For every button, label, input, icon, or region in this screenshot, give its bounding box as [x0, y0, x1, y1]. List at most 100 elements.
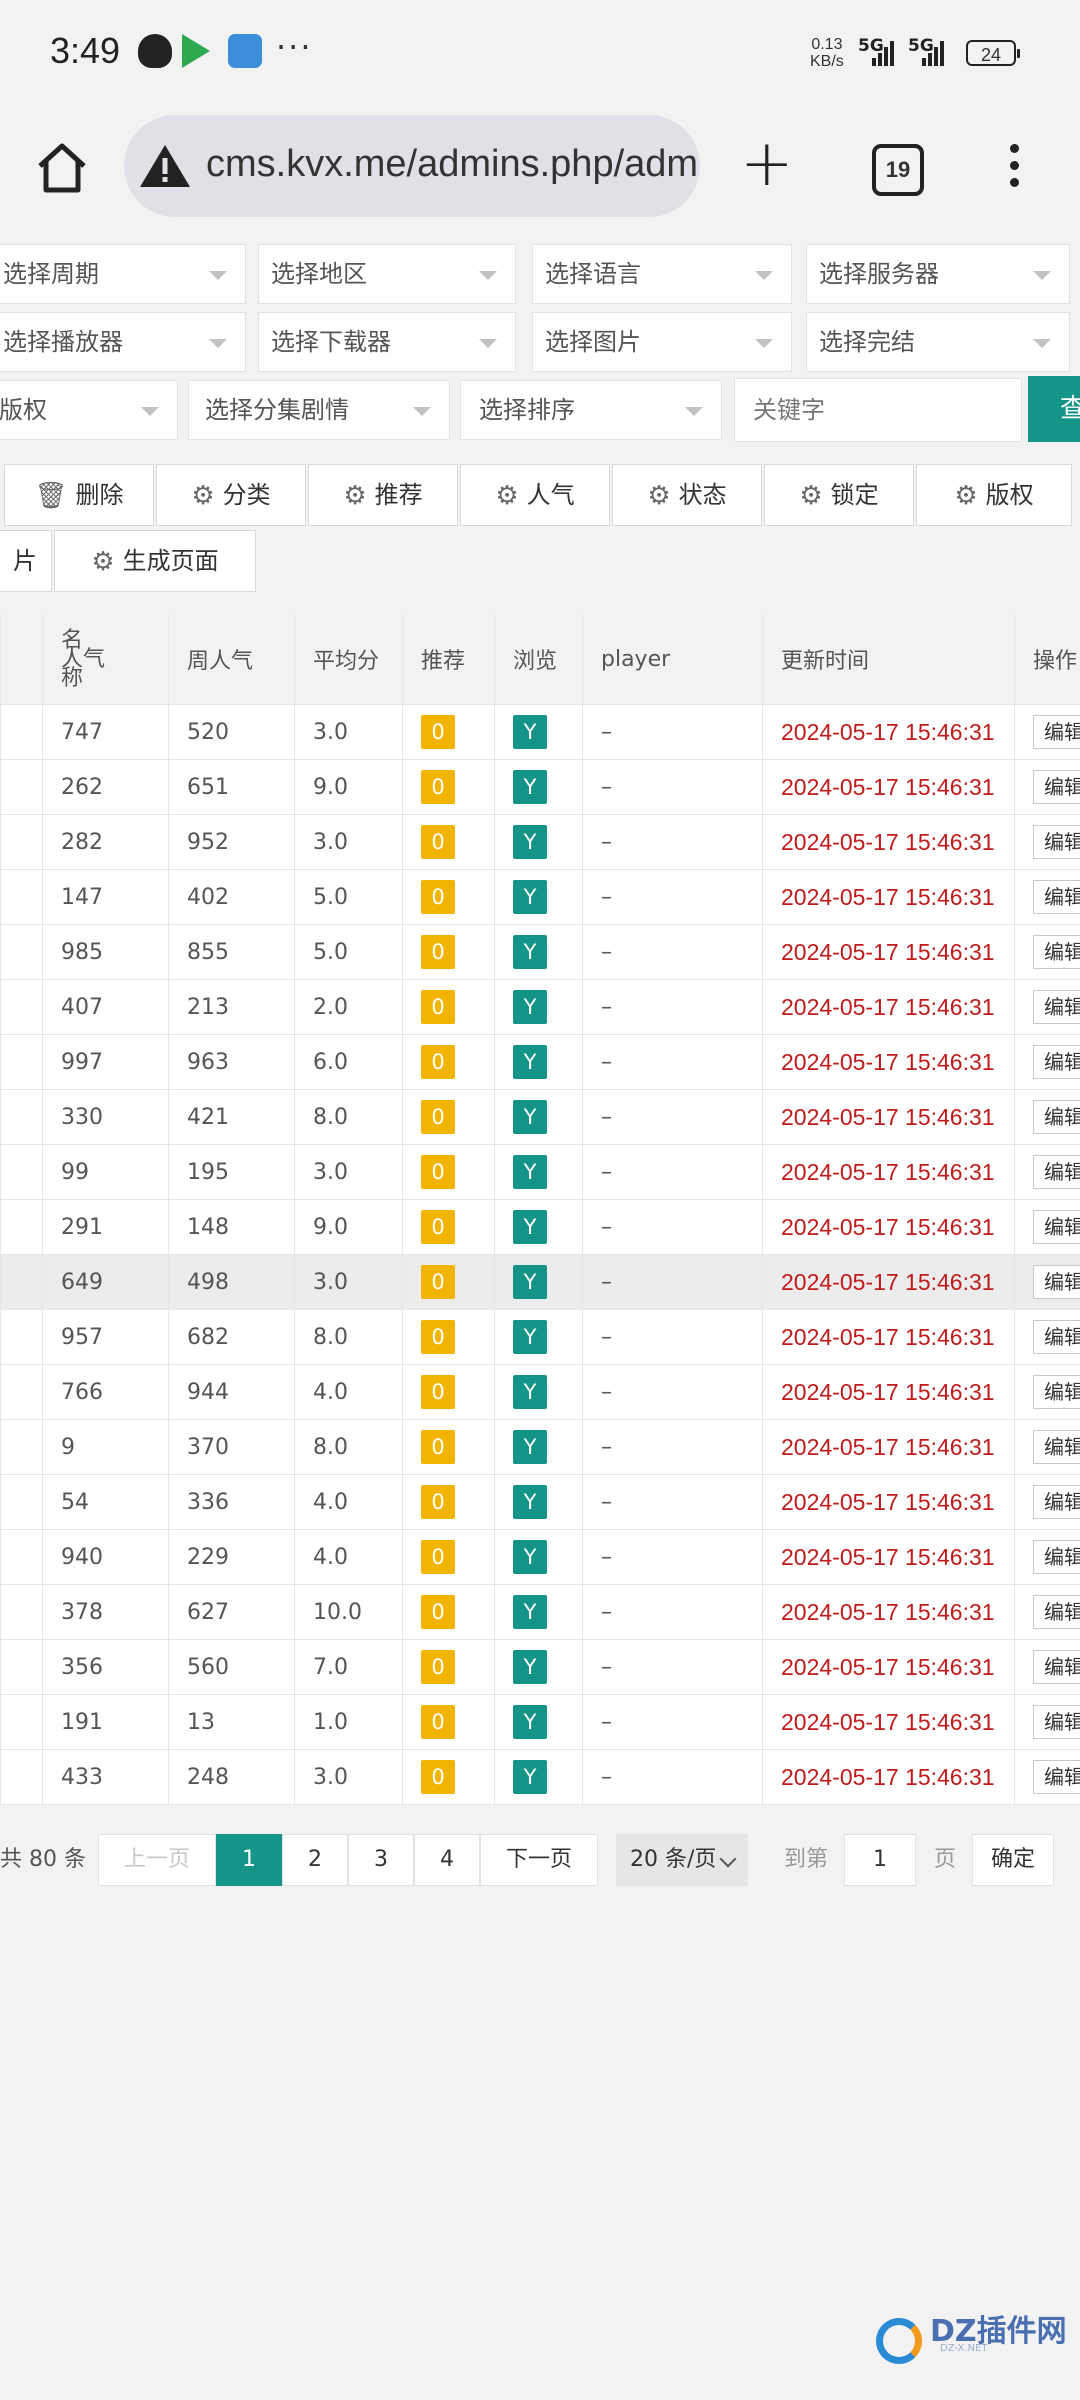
- copyright-button[interactable]: ⚙ 版权: [916, 464, 1072, 526]
- table-row[interactable]: 747 520 3.0 0 Y –2024-05-17 15:46:31 编辑: [0, 704, 1080, 760]
- recommend-badge[interactable]: 0: [421, 1155, 455, 1189]
- row-checkbox[interactable]: [0, 979, 43, 1035]
- recommend-badge[interactable]: 0: [421, 715, 455, 749]
- table-row[interactable]: 282 952 3.0 0 Y –2024-05-17 15:46:31 编辑: [0, 814, 1080, 870]
- recommend-badge[interactable]: 0: [421, 1265, 455, 1299]
- warning-icon[interactable]: [138, 143, 192, 189]
- row-checkbox[interactable]: [0, 814, 43, 870]
- select-region[interactable]: 选择地区: [258, 244, 516, 304]
- browse-badge[interactable]: Y: [513, 1705, 547, 1739]
- recommend-badge[interactable]: 0: [421, 1320, 455, 1354]
- browse-badge[interactable]: Y: [513, 1760, 547, 1794]
- address-bar[interactable]: cms.kvx.me/admins.php/adm: [124, 115, 700, 217]
- row-checkbox[interactable]: [0, 1144, 43, 1200]
- row-checkbox[interactable]: [0, 1364, 43, 1420]
- row-checkbox[interactable]: [0, 1199, 43, 1255]
- popularity-button[interactable]: ⚙ 人气: [460, 464, 610, 526]
- edit-button[interactable]: 编辑: [1033, 1210, 1080, 1244]
- recommend-badge[interactable]: 0: [421, 1485, 455, 1519]
- home-icon[interactable]: [34, 140, 90, 196]
- goto-page-input[interactable]: 1: [844, 1834, 916, 1886]
- new-tab-icon[interactable]: +: [740, 132, 794, 196]
- edit-button[interactable]: 编辑: [1033, 1705, 1080, 1739]
- edit-button[interactable]: 编辑: [1033, 825, 1080, 859]
- edit-button[interactable]: 编辑: [1033, 1760, 1080, 1794]
- select-downloader[interactable]: 选择下载器: [258, 312, 516, 372]
- select-copyright[interactable]: 版权: [0, 380, 178, 440]
- browse-badge[interactable]: Y: [513, 1595, 547, 1629]
- table-row[interactable]: 330 421 8.0 0 Y –2024-05-17 15:46:31 编辑: [0, 1089, 1080, 1145]
- edit-button[interactable]: 编辑: [1033, 1540, 1080, 1574]
- browse-badge[interactable]: Y: [513, 1650, 547, 1684]
- browse-badge[interactable]: Y: [513, 1485, 547, 1519]
- recommend-badge[interactable]: 0: [421, 1375, 455, 1409]
- browse-badge[interactable]: Y: [513, 880, 547, 914]
- table-row[interactable]: 766 944 4.0 0 Y –2024-05-17 15:46:31 编辑: [0, 1364, 1080, 1420]
- browse-badge[interactable]: Y: [513, 1155, 547, 1189]
- recommend-badge[interactable]: 0: [421, 1760, 455, 1794]
- table-row[interactable]: 356 560 7.0 0 Y –2024-05-17 15:46:31 编辑: [0, 1639, 1080, 1695]
- row-checkbox[interactable]: [0, 1474, 43, 1530]
- edit-button[interactable]: 编辑: [1033, 1320, 1080, 1354]
- edit-button[interactable]: 编辑: [1033, 935, 1080, 969]
- lock-button[interactable]: ⚙ 锁定: [764, 464, 914, 526]
- recommend-badge[interactable]: 0: [421, 770, 455, 804]
- select-episode-plot[interactable]: 选择分集剧情: [188, 380, 450, 440]
- recommend-badge[interactable]: 0: [421, 1595, 455, 1629]
- select-sort[interactable]: 选择排序: [460, 380, 722, 440]
- recommend-badge[interactable]: 0: [421, 825, 455, 859]
- search-button[interactable]: 查: [1028, 376, 1080, 442]
- row-checkbox[interactable]: [0, 1529, 43, 1585]
- edit-button[interactable]: 编辑: [1033, 1155, 1080, 1189]
- edit-button[interactable]: 编辑: [1033, 1485, 1080, 1519]
- browse-badge[interactable]: Y: [513, 1540, 547, 1574]
- table-row[interactable]: 407 213 2.0 0 Y –2024-05-17 15:46:31 编辑: [0, 979, 1080, 1035]
- select-finished[interactable]: 选择完结: [806, 312, 1070, 372]
- table-row[interactable]: 291 148 9.0 0 Y –2024-05-17 15:46:31 编辑: [0, 1199, 1080, 1255]
- select-period[interactable]: 选择周期: [0, 244, 246, 304]
- edit-button[interactable]: 编辑: [1033, 1375, 1080, 1409]
- recommend-badge[interactable]: 0: [421, 880, 455, 914]
- browse-badge[interactable]: Y: [513, 825, 547, 859]
- edit-button[interactable]: 编辑: [1033, 715, 1080, 749]
- row-checkbox[interactable]: [0, 869, 43, 925]
- table-row[interactable]: 985 855 5.0 0 Y –2024-05-17 15:46:31 编辑: [0, 924, 1080, 980]
- table-row[interactable]: 957 682 8.0 0 Y –2024-05-17 15:46:31 编辑: [0, 1309, 1080, 1365]
- row-checkbox[interactable]: [0, 1584, 43, 1640]
- url-text[interactable]: cms.kvx.me/admins.php/adm: [206, 143, 698, 186]
- prev-page-button[interactable]: 上一页: [98, 1834, 216, 1886]
- table-row[interactable]: 54 336 4.0 0 Y –2024-05-17 15:46:31 编辑: [0, 1474, 1080, 1530]
- status-button[interactable]: ⚙ 状态: [612, 464, 762, 526]
- row-checkbox[interactable]: [0, 1419, 43, 1475]
- recommend-badge[interactable]: 0: [421, 1430, 455, 1464]
- more-menu-icon[interactable]: [1010, 144, 1020, 195]
- page-4-button[interactable]: 4: [414, 1834, 480, 1886]
- edit-button[interactable]: 编辑: [1033, 1265, 1080, 1299]
- row-checkbox[interactable]: [0, 1309, 43, 1365]
- table-row[interactable]: 191 13 1.0 0 Y –2024-05-17 15:46:31 编辑: [0, 1694, 1080, 1750]
- table-row[interactable]: 997 963 6.0 0 Y –2024-05-17 15:46:31 编辑: [0, 1034, 1080, 1090]
- edit-button[interactable]: 编辑: [1033, 1595, 1080, 1629]
- select-picture[interactable]: 选择图片: [532, 312, 792, 372]
- recommend-badge[interactable]: 0: [421, 1650, 455, 1684]
- browse-badge[interactable]: Y: [513, 1375, 547, 1409]
- browse-badge[interactable]: Y: [513, 1045, 547, 1079]
- browse-badge[interactable]: Y: [513, 990, 547, 1024]
- recommend-badge[interactable]: 0: [421, 1210, 455, 1244]
- browse-badge[interactable]: Y: [513, 1100, 547, 1134]
- browse-badge[interactable]: Y: [513, 1320, 547, 1354]
- recommend-button[interactable]: ⚙ 推荐: [308, 464, 458, 526]
- next-page-button[interactable]: 下一页: [480, 1834, 598, 1886]
- category-button[interactable]: ⚙ 分类: [156, 464, 306, 526]
- select-player[interactable]: 选择播放器: [0, 312, 246, 372]
- row-checkbox[interactable]: [0, 1254, 43, 1310]
- generate-page-button[interactable]: ⚙ 生成页面: [54, 530, 256, 592]
- edit-button[interactable]: 编辑: [1033, 1430, 1080, 1464]
- select-language[interactable]: 选择语言: [532, 244, 792, 304]
- edit-button[interactable]: 编辑: [1033, 770, 1080, 804]
- row-checkbox[interactable]: [0, 1749, 43, 1805]
- row-checkbox[interactable]: [0, 759, 43, 815]
- table-row[interactable]: 649 498 3.0 0 Y –2024-05-17 15:46:31 编辑: [0, 1254, 1080, 1310]
- table-row[interactable]: 433 248 3.0 0 Y –2024-05-17 15:46:31 编辑: [0, 1749, 1080, 1805]
- edit-button[interactable]: 编辑: [1033, 1100, 1080, 1134]
